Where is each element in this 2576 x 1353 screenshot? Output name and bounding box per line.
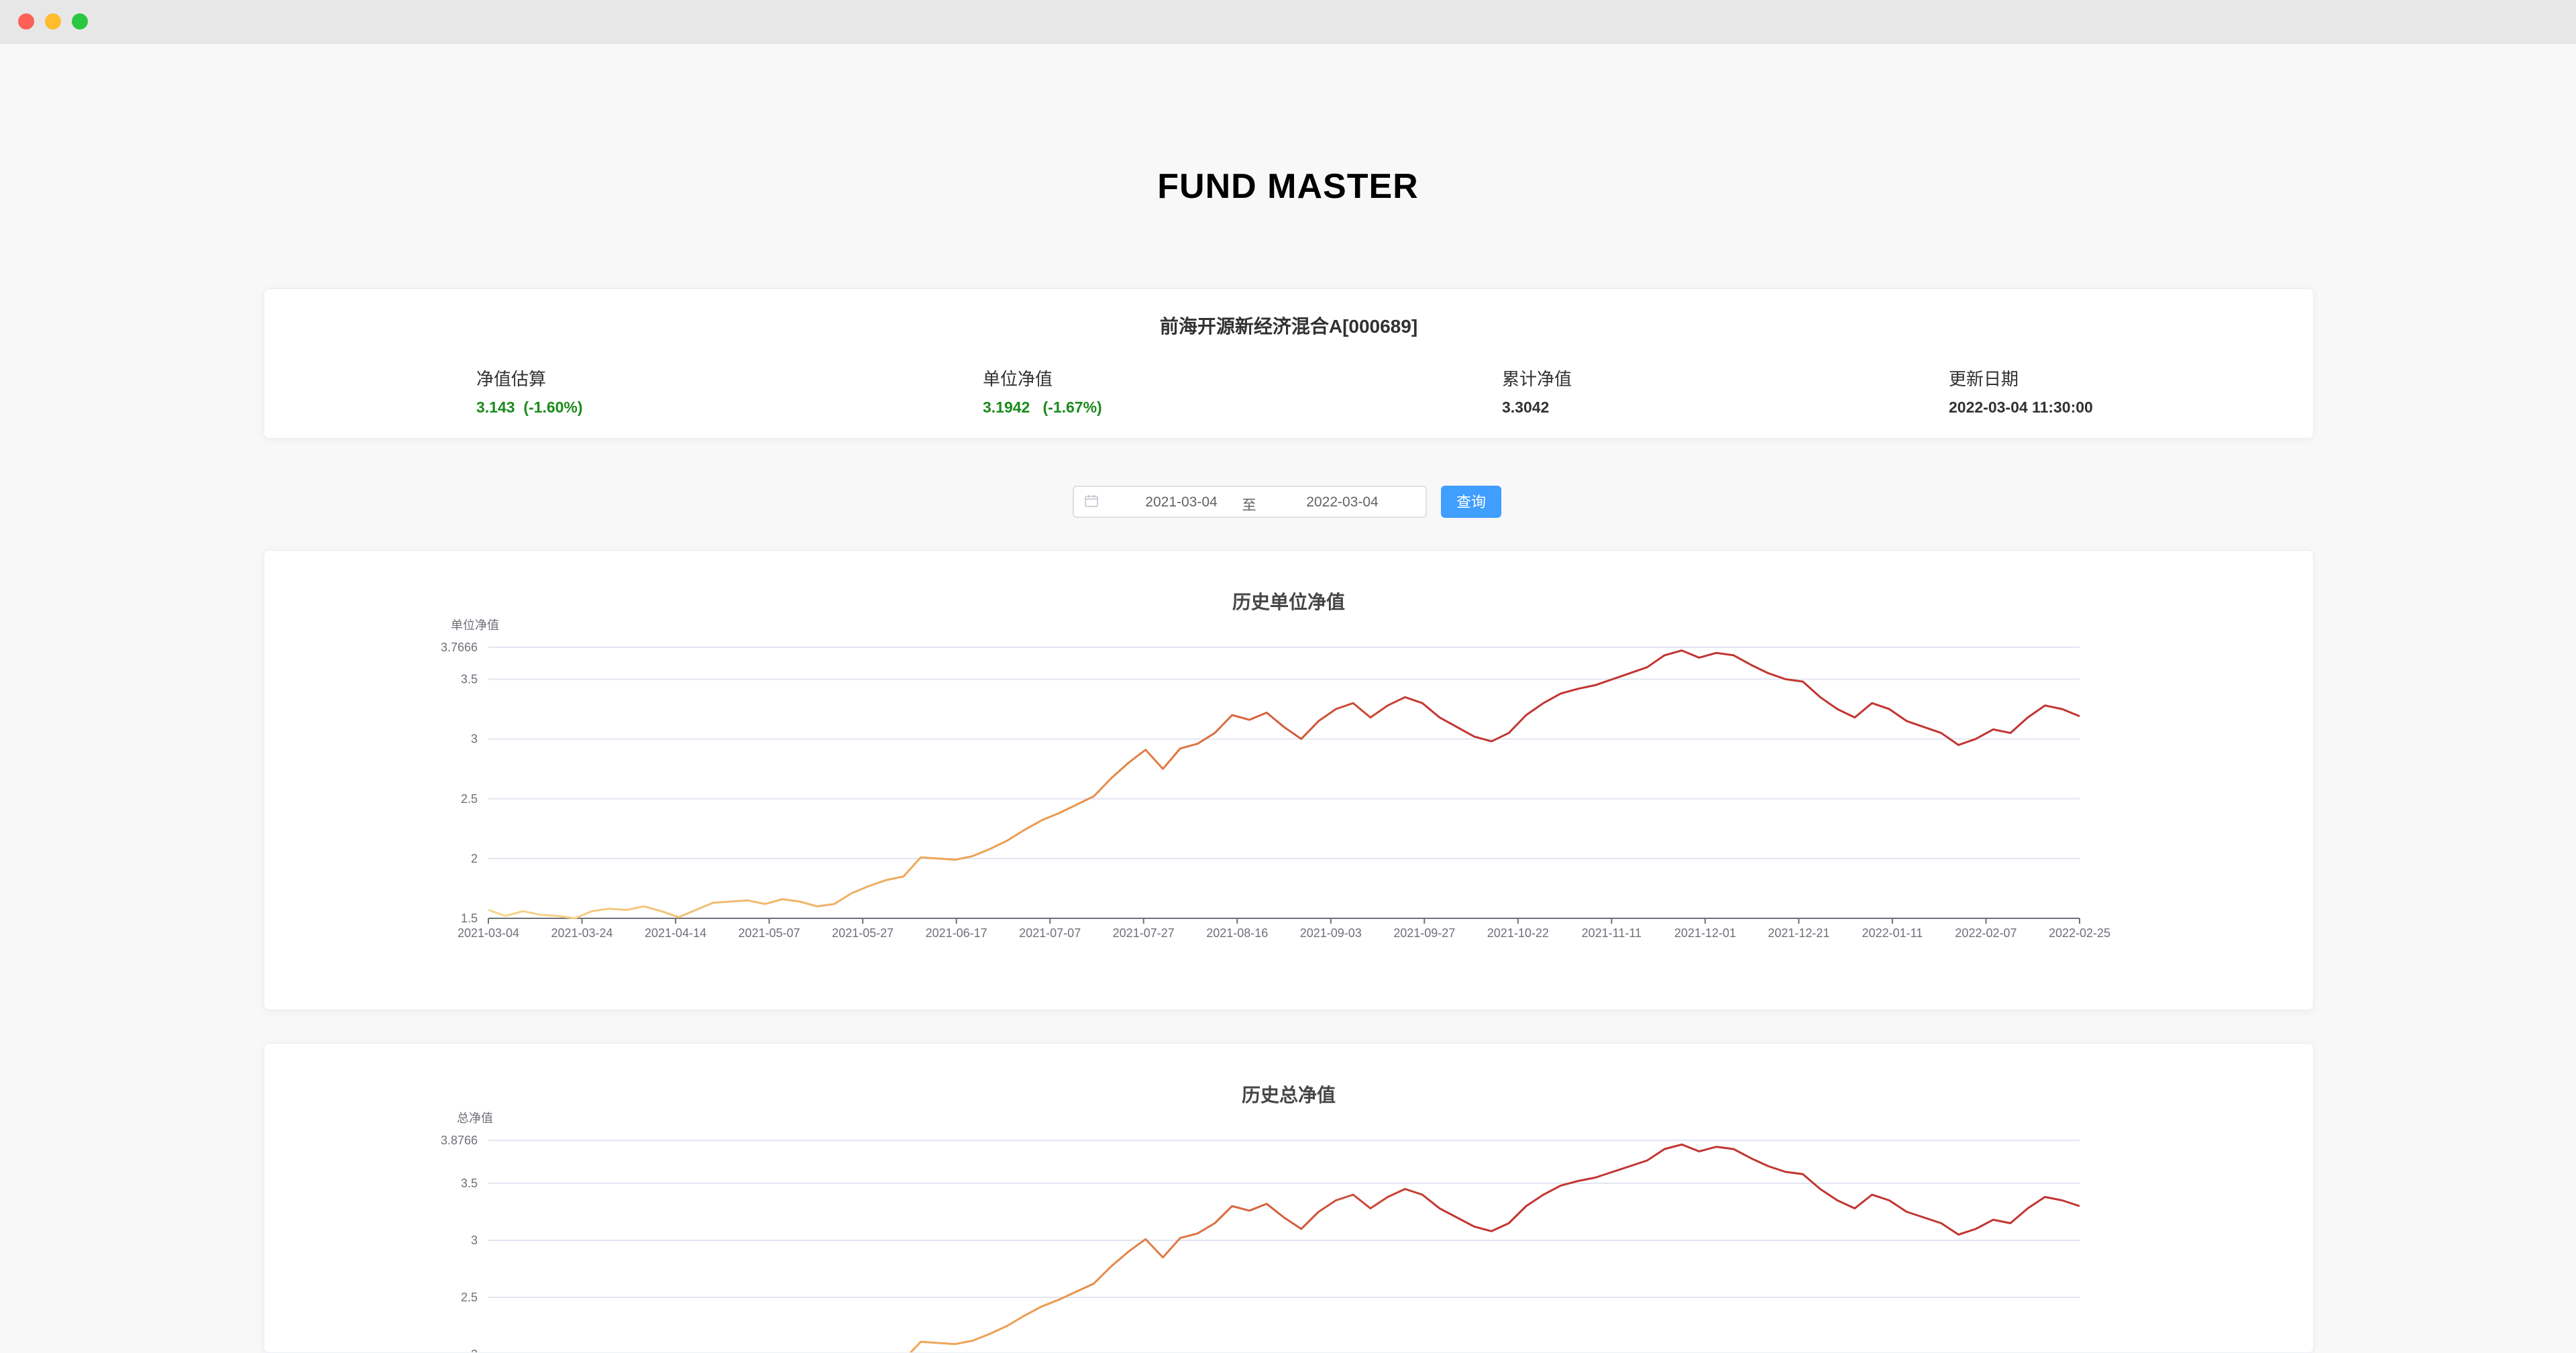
- window-titlebar: [0, 0, 2576, 44]
- unit-nav-value: 3.1942 (-1.67%): [983, 398, 1102, 416]
- maximize-window-button[interactable]: [72, 13, 88, 30]
- end-date-input[interactable]: 2022-03-04: [1289, 494, 1396, 510]
- y-tick-label: 2: [471, 852, 478, 865]
- unit-nav-label: 单位净值: [983, 369, 1053, 389]
- x-tick-label: 2021-10-22: [1487, 926, 1549, 940]
- y-axis-label: 单位净值: [451, 618, 499, 632]
- x-tick-label: 2021-11-11: [1582, 926, 1642, 940]
- date-separator: 至: [1242, 498, 1256, 513]
- y-tick-label: 3.5: [461, 1177, 478, 1190]
- x-tick-label: 2021-04-14: [645, 926, 706, 940]
- y-tick-label: 1.5: [461, 912, 478, 925]
- unit-nav-chart[interactable]: 单位净值 1.5 2 2.5 3 3.5 3.7666 2021-03-04 2021-03-2…: [264, 551, 2313, 1010]
- x-tick-label: 2021-05-27: [832, 926, 894, 940]
- x-tick-label: 2022-02-07: [1955, 926, 2017, 940]
- x-tick-label: 2021-05-07: [739, 926, 800, 940]
- x-tick-label: 2022-02-25: [2049, 926, 2110, 940]
- date-range-picker[interactable]: 2021-03-04 至 2022-03-04: [1073, 486, 1427, 518]
- x-tick-label: 2021-06-17: [926, 926, 987, 940]
- page-title: FUND MASTER: [1157, 167, 1419, 206]
- estimate-label: 净值估算: [476, 369, 547, 389]
- y-tick-label: 2: [471, 1348, 478, 1352]
- total-nav-chart[interactable]: 总净值1.522.533.53.8766: [264, 1044, 2313, 1352]
- y-tick-label: 3.5: [461, 673, 478, 686]
- fund-info-card: 前海开源新经济混合A[000689] 净值估算 3.143 (-1.60%) 单…: [264, 288, 2314, 439]
- x-tick-label: 2021-09-03: [1300, 926, 1362, 940]
- x-tick-label: 2021-12-21: [1768, 926, 1829, 940]
- query-button[interactable]: 查询: [1441, 486, 1501, 518]
- x-tick-label: 2021-03-04: [458, 926, 519, 940]
- y-tick-label: 3.7666: [441, 641, 478, 654]
- x-tick-label: 2021-12-01: [1674, 926, 1736, 940]
- estimate-stat: 净值估算 3.143 (-1.60%): [476, 366, 583, 417]
- updated-value: 2022-03-04 11:30:00: [1949, 398, 2093, 416]
- x-tick-label: 2021-07-07: [1019, 926, 1081, 940]
- calendar-icon: [1085, 495, 1098, 507]
- x-tick-label: 2021-03-24: [551, 926, 612, 940]
- series-line: [488, 649, 2080, 920]
- acc-nav-label: 累计净值: [1502, 369, 1572, 389]
- acc-nav-value: 3.3042: [1502, 398, 1550, 416]
- x-tick-label: 2021-09-27: [1393, 926, 1455, 940]
- x-tick-label: 2022-01-11: [1862, 926, 1923, 940]
- estimate-value: 3.143 (-1.60%): [476, 398, 583, 416]
- acc-nav-stat: 累计净值 3.3042: [1502, 366, 1572, 417]
- x-tick-label: 2021-07-27: [1113, 926, 1175, 940]
- total-nav-chart-card: 历史总净值 总净值1.522.533.53.8766: [264, 1043, 2314, 1353]
- y-tick-label: 2.5: [461, 792, 478, 806]
- x-tick-label: 2021-08-16: [1206, 926, 1268, 940]
- y-tick-label: 3: [471, 1234, 478, 1247]
- start-date-input[interactable]: 2021-03-04: [1128, 494, 1235, 510]
- y-tick-label: 3: [471, 733, 478, 746]
- updated-label: 更新日期: [1949, 369, 2019, 389]
- unit-nav-stat: 单位净值 3.1942 (-1.67%): [983, 366, 1102, 417]
- minimize-window-button[interactable]: [45, 13, 61, 30]
- close-window-button[interactable]: [18, 13, 34, 30]
- y-tick-label: 3.8766: [441, 1134, 478, 1147]
- updated-stat: 更新日期 2022-03-04 11:30:00: [1949, 366, 2093, 417]
- fund-name: 前海开源新经济混合A[000689]: [1159, 316, 1418, 337]
- y-tick-label: 2.5: [461, 1291, 478, 1304]
- series-line: [909, 1143, 2080, 1352]
- unit-nav-chart-card: 历史单位净值 单位净值 1.5 2 2.5 3 3.5 3.7666 2021-03-04 20…: [264, 550, 2314, 1010]
- y-axis-label: 总净值: [457, 1112, 493, 1125]
